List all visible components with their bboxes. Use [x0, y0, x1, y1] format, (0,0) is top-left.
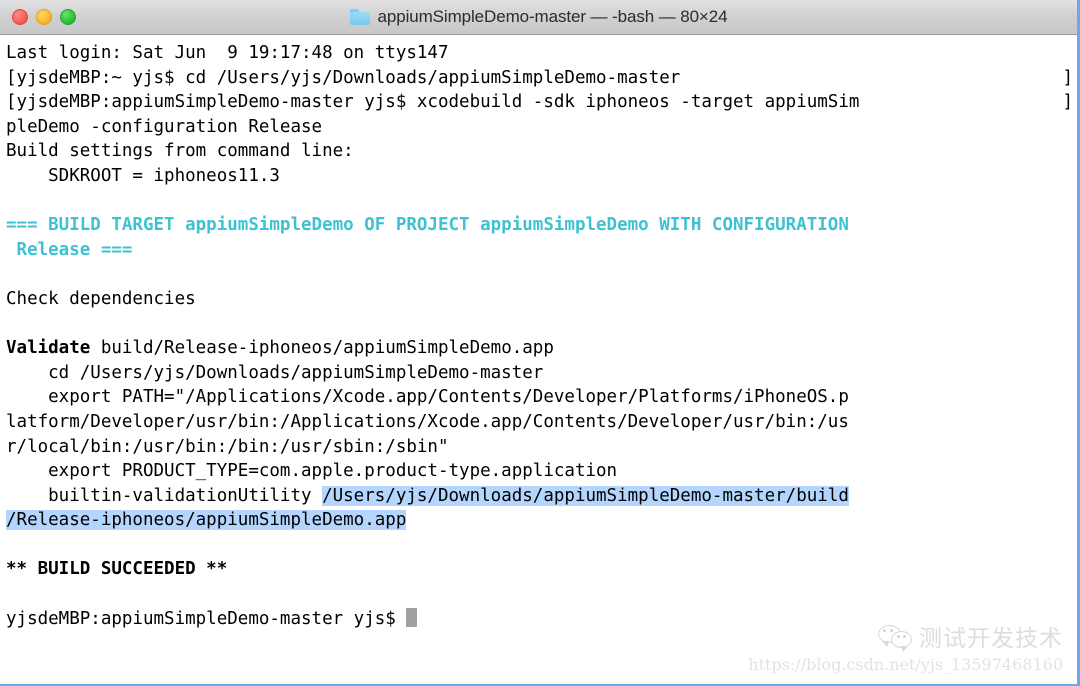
- terminal-line-selected-cont[interactable]: /Release-iphoneos/appiumSimpleDemo.app: [6, 508, 1077, 533]
- line-text: r/local/bin:/usr/bin:/bin:/usr/sbin:/sbi…: [6, 436, 449, 457]
- terminal-line-validate: Validate build/Release-iphoneos/appiumSi…: [6, 336, 1077, 361]
- terminal-line: r/local/bin:/usr/bin:/bin:/usr/sbin:/sbi…: [6, 435, 1077, 460]
- terminal-line: Build settings from command line:: [6, 139, 1077, 164]
- close-button[interactable]: [12, 9, 28, 25]
- validate-keyword: Validate: [6, 338, 91, 359]
- wrap-marker: ]: [1062, 67, 1073, 88]
- terminal-line: export PRODUCT_TYPE=com.apple.product-ty…: [6, 459, 1077, 484]
- line-text: ** BUILD SUCCEEDED **: [6, 559, 228, 580]
- terminal-line: [yjsdeMBP:~ yjs$ cd /Users/yjs/Downloads…: [6, 66, 1077, 91]
- line-text: SDKROOT = iphoneos11.3: [6, 165, 280, 186]
- window-titlebar[interactable]: appiumSimpleDemo-master — -bash — 80×24: [0, 0, 1077, 35]
- terminal-line: Last login: Sat Jun 9 19:17:48 on ttys14…: [6, 41, 1077, 66]
- terminal-line: cd /Users/yjs/Downloads/appiumSimpleDemo…: [6, 361, 1077, 386]
- prompt-text: yjsdeMBP:appiumSimpleDemo-master yjs$: [6, 608, 407, 629]
- maximize-button[interactable]: [60, 9, 76, 25]
- terminal-line: export PATH="/Applications/Xcode.app/Con…: [6, 385, 1077, 410]
- text-cursor: [406, 607, 418, 627]
- terminal-window: appiumSimpleDemo-master — -bash — 80×24 …: [0, 0, 1080, 686]
- terminal-line-build-target-cont: Release ===: [6, 238, 1077, 263]
- terminal-line: latform/Developer/usr/bin:/Applications/…: [6, 410, 1077, 435]
- terminal-line: [yjsdeMBP:appiumSimpleDemo-master yjs$ x…: [6, 90, 1077, 115]
- minimize-button[interactable]: [36, 9, 52, 25]
- line-text: export PRODUCT_TYPE=com.apple.product-ty…: [6, 461, 618, 482]
- line-text: latform/Developer/usr/bin:/Applications/…: [6, 411, 849, 432]
- line-text: Build settings from command line:: [6, 141, 354, 162]
- line-text: [yjsdeMBP:appiumSimpleDemo-master yjs$ x…: [6, 92, 860, 113]
- wrap-marker: ]: [1062, 92, 1073, 113]
- line-text: build/Release-iphoneos/appiumSimpleDemo.…: [90, 338, 554, 359]
- line-text: export PATH="/Applications/Xcode.app/Con…: [6, 387, 849, 408]
- line-text: Release ===: [6, 239, 133, 260]
- terminal-line-build-succeeded: ** BUILD SUCCEEDED **: [6, 557, 1077, 582]
- window-title: appiumSimpleDemo-master — -bash — 80×24: [377, 7, 728, 26]
- line-text: === BUILD TARGET appiumSimpleDemo OF PRO…: [6, 215, 849, 236]
- line-text: builtin-validationUtility: [6, 485, 323, 506]
- line-text: Last login: Sat Jun 9 19:17:48 on ttys14…: [6, 43, 449, 63]
- line-text: pleDemo -configuration Release: [6, 116, 323, 137]
- terminal-line: SDKROOT = iphoneos11.3: [6, 164, 1077, 189]
- selected-text[interactable]: /Users/yjs/Downloads/appiumSimpleDemo-ma…: [322, 485, 849, 506]
- terminal-output[interactable]: Last login: Sat Jun 9 19:17:48 on ttys14…: [0, 35, 1077, 684]
- folder-icon: [349, 9, 370, 25]
- terminal-line-build-target: === BUILD TARGET appiumSimpleDemo OF PRO…: [6, 213, 1077, 238]
- terminal-line-selected[interactable]: builtin-validationUtility /Users/yjs/Dow…: [6, 484, 1077, 509]
- line-text: cd /Users/yjs/Downloads/appiumSimpleDemo…: [6, 362, 544, 383]
- window-title-block: appiumSimpleDemo-master — -bash — 80×24: [0, 0, 1077, 34]
- watermark-url: https://blog.csdn.net/yjs_13597468160: [748, 655, 1063, 674]
- terminal-line: pleDemo -configuration Release: [6, 115, 1077, 140]
- selected-text[interactable]: /Release-iphoneos/appiumSimpleDemo.app: [6, 510, 407, 531]
- terminal-prompt-line[interactable]: yjsdeMBP:appiumSimpleDemo-master yjs$: [6, 607, 1077, 632]
- line-text: Check dependencies: [6, 288, 196, 309]
- terminal-line: Check dependencies: [6, 287, 1077, 312]
- traffic-light-group: [12, 9, 76, 25]
- line-text: [yjsdeMBP:~ yjs$ cd /Users/yjs/Downloads…: [6, 67, 681, 88]
